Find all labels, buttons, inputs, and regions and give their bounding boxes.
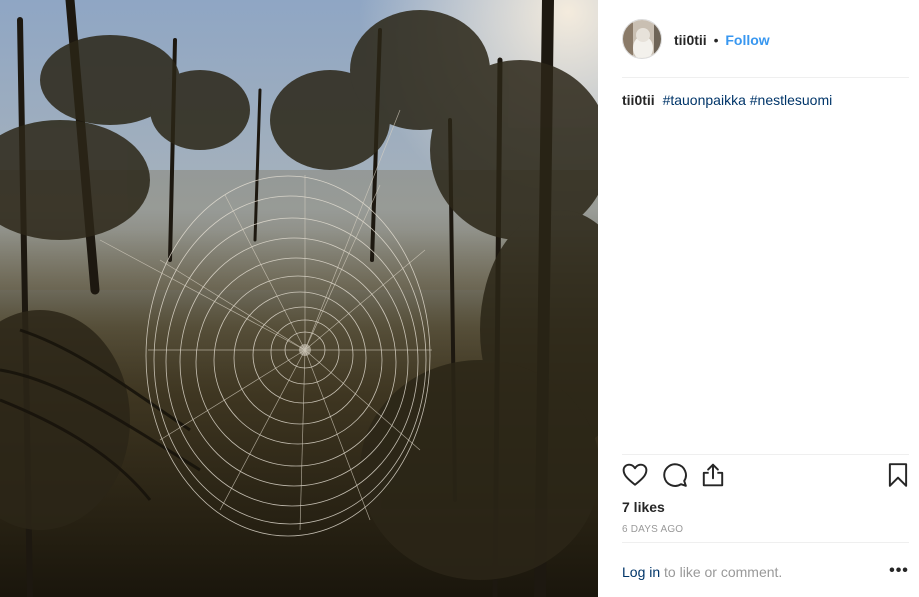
post-timestamp[interactable]: 6 DAYS AGO — [622, 524, 683, 536]
username-link[interactable]: tii0tii — [674, 32, 707, 48]
likes-count[interactable]: 7 likes — [622, 498, 665, 516]
comment-icon — [663, 463, 687, 487]
login-prompt-text: to like or comment. — [660, 564, 783, 580]
post-caption: tii0tii #tauonpaikka #nestlesuomi — [622, 91, 832, 109]
login-link[interactable]: Log in — [622, 564, 660, 580]
action-bar — [622, 462, 912, 492]
bookmark-icon — [888, 463, 908, 487]
share-button[interactable] — [700, 462, 726, 490]
like-button[interactable] — [622, 462, 648, 490]
login-divider — [622, 542, 909, 543]
share-icon — [702, 463, 724, 487]
comment-button[interactable] — [662, 462, 688, 490]
save-button[interactable] — [885, 462, 911, 490]
heart-icon — [622, 463, 648, 486]
caption-username-link[interactable]: tii0tii — [622, 92, 655, 108]
separator-dot: • — [713, 32, 719, 48]
post-photo[interactable] — [0, 0, 598, 597]
hashtag-link[interactable]: #nestlesuomi — [750, 92, 833, 108]
avatar-image — [623, 20, 661, 58]
spider-web-photo — [0, 0, 598, 597]
avatar[interactable] — [622, 19, 662, 59]
header-line: tii0tii • Follow — [674, 31, 770, 49]
follow-button[interactable]: Follow — [725, 32, 769, 48]
login-prompt: Log in to like or comment. — [622, 563, 782, 581]
header-divider — [622, 77, 909, 78]
hashtag-link[interactable]: #tauonpaikka — [663, 92, 746, 108]
actions-divider — [622, 454, 909, 455]
post-details-panel: tii0tii • Follow tii0tii #tauonpaikka #n… — [598, 0, 919, 597]
post-header: tii0tii • Follow — [598, 0, 919, 78]
more-options-icon[interactable]: ••• — [888, 562, 910, 580]
